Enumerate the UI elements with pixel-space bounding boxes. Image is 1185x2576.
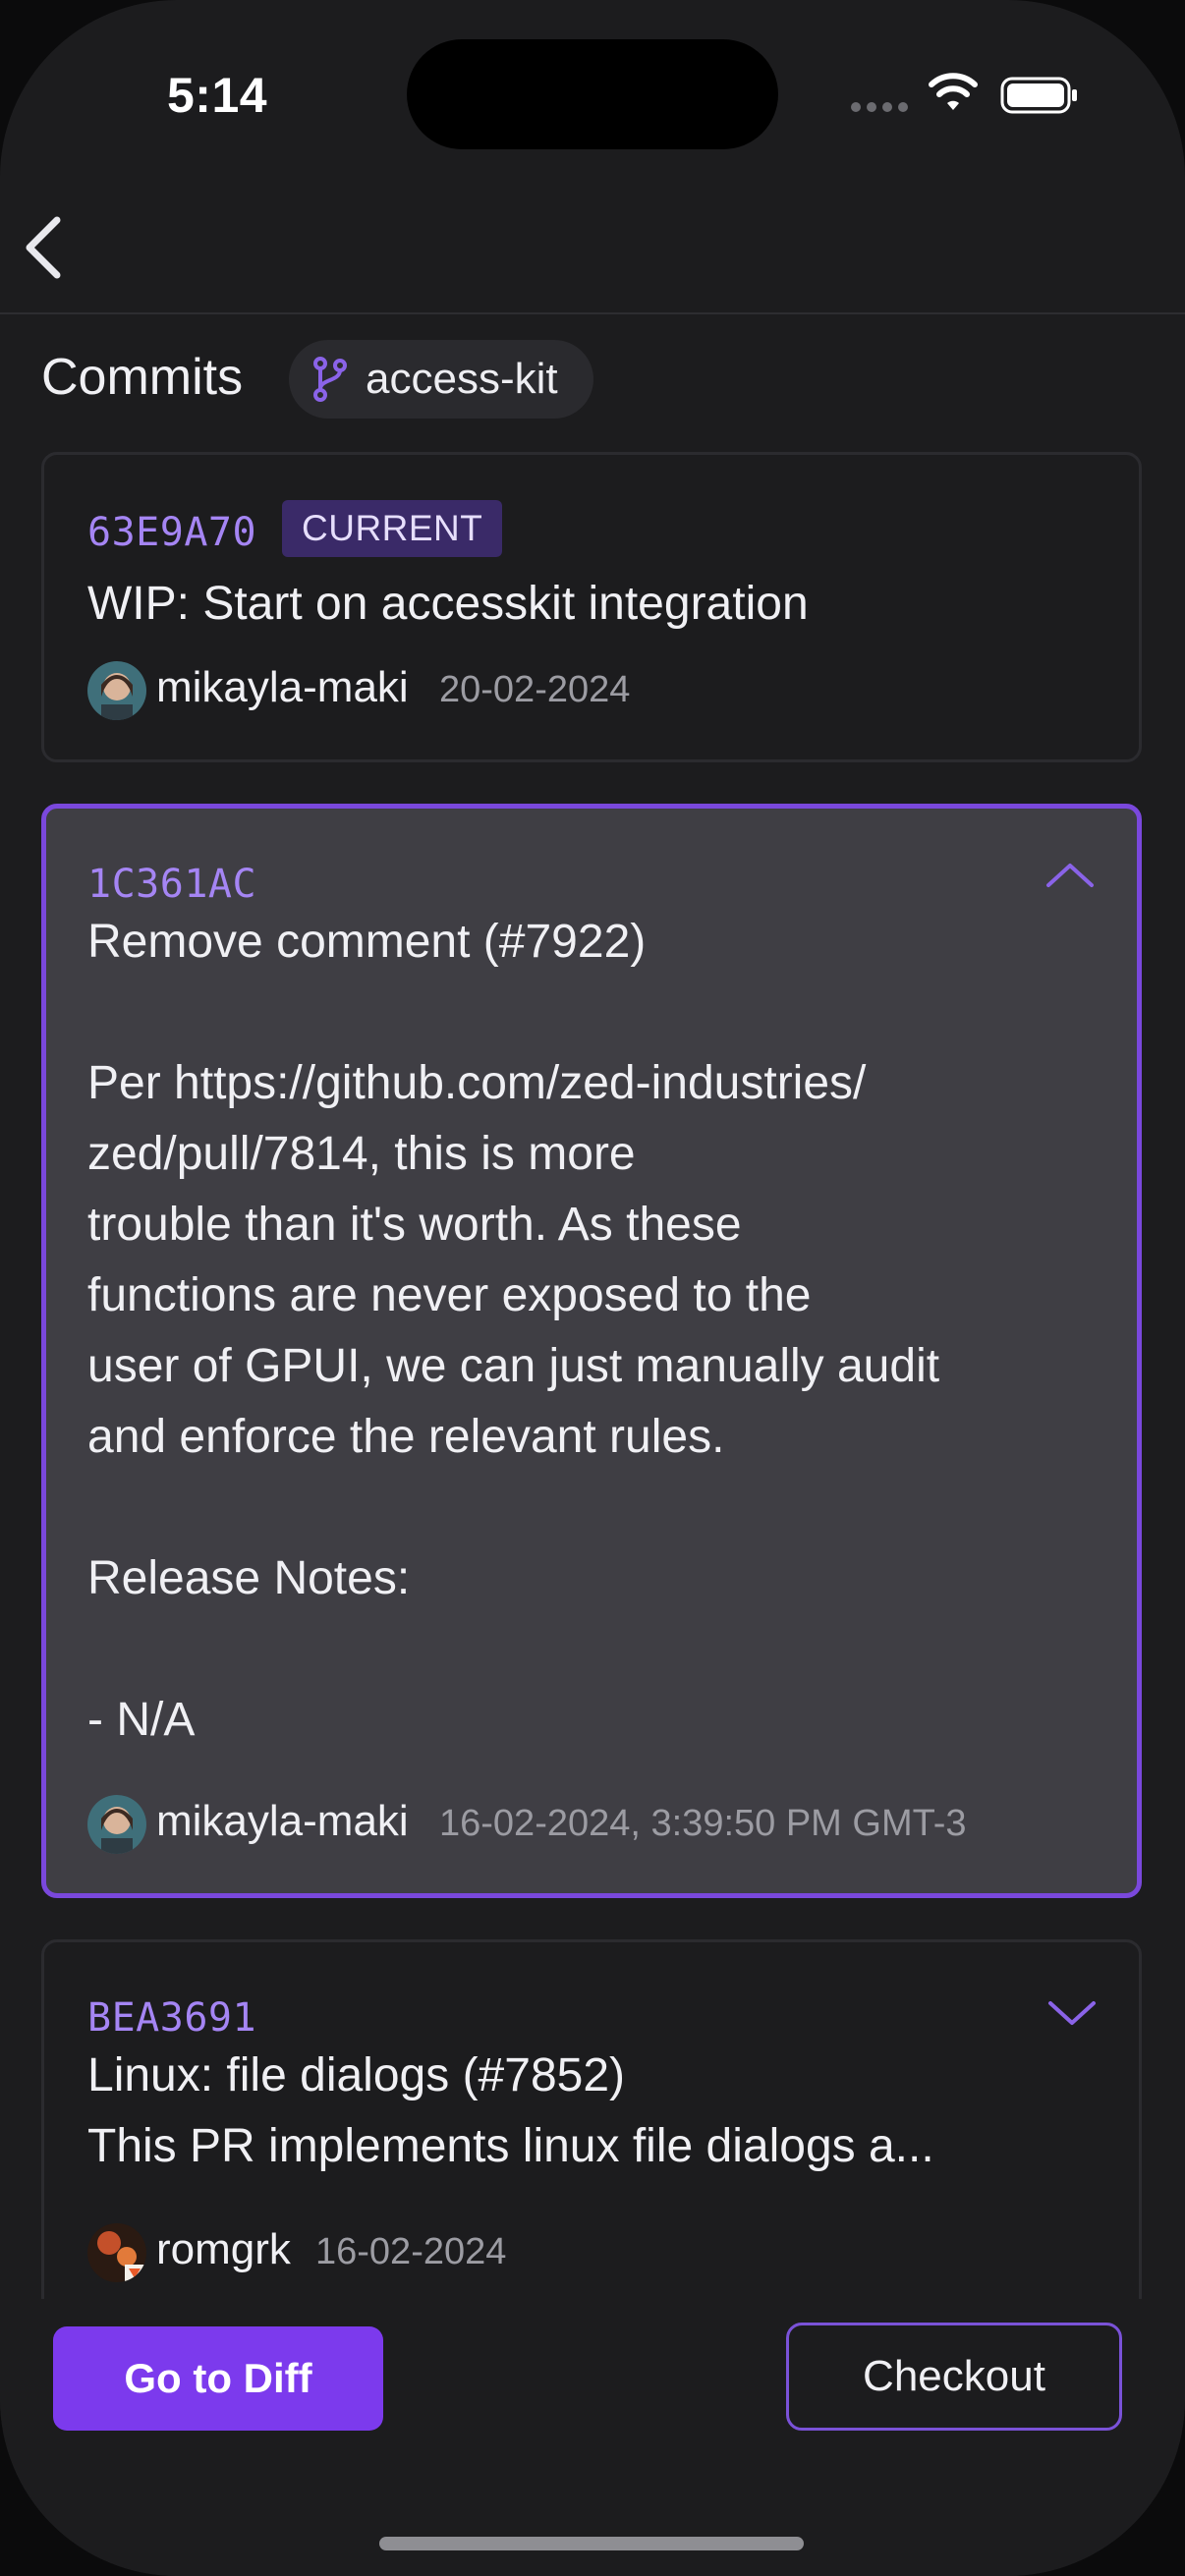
commit-message: WIP: Start on accesskit integration <box>87 578 809 630</box>
author-name: mikayla-maki <box>156 1797 409 1845</box>
chevron-down-icon[interactable] <box>1046 1997 1098 2029</box>
back-button[interactable] <box>18 210 77 285</box>
commit-hash: 1C361AC <box>87 862 257 907</box>
git-branch-icon <box>313 357 347 402</box>
battery-icon <box>1000 77 1077 114</box>
commit-message: Linux: file dialogs (#7852) This PR impl… <box>87 2049 934 2172</box>
author-avatar <box>87 1795 146 1854</box>
page-title: Commits <box>41 349 244 406</box>
commit-card[interactable]: 63E9A70 CURRENT WIP: Start on accesskit … <box>41 452 1142 762</box>
commit-hash: 63E9A70 <box>87 510 257 555</box>
author-name: romgrk <box>156 2225 291 2273</box>
wifi-icon <box>929 73 978 110</box>
phone-screen: 5:14 Commits access-kit 63E9A70 CURRENT … <box>0 0 1185 2576</box>
branch-label: access-kit <box>366 355 558 403</box>
commit-card-expanded[interactable]: 1C361AC Remove comment (#7922) Per https… <box>41 804 1142 1898</box>
chevron-up-icon[interactable] <box>1044 860 1096 891</box>
commit-date: 20-02-2024 <box>439 669 631 710</box>
home-indicator[interactable] <box>379 2537 804 2550</box>
dynamic-island <box>407 39 778 149</box>
checkout-button[interactable]: Checkout <box>786 2323 1122 2431</box>
author-avatar <box>87 661 146 720</box>
commit-date: 16-02-2024 <box>315 2231 507 2272</box>
commit-card[interactable]: BEA3691 Linux: file dialogs (#7852) This… <box>41 1939 1142 2332</box>
author-name: mikayla-maki <box>156 663 409 711</box>
commit-message: Remove comment (#7922) Per https://githu… <box>87 916 940 1746</box>
nav-divider <box>0 312 1185 314</box>
commit-hash: BEA3691 <box>87 1995 257 2041</box>
author-avatar <box>87 2223 146 2282</box>
current-badge: CURRENT <box>282 500 503 557</box>
signal-icon <box>851 102 908 112</box>
go-to-diff-button[interactable]: Go to Diff <box>53 2326 383 2431</box>
status-time: 5:14 <box>167 68 268 123</box>
commit-date: 16-02-2024, 3:39:50 PM GMT-3 <box>439 1803 967 1844</box>
branch-chip[interactable]: access-kit <box>289 340 593 419</box>
